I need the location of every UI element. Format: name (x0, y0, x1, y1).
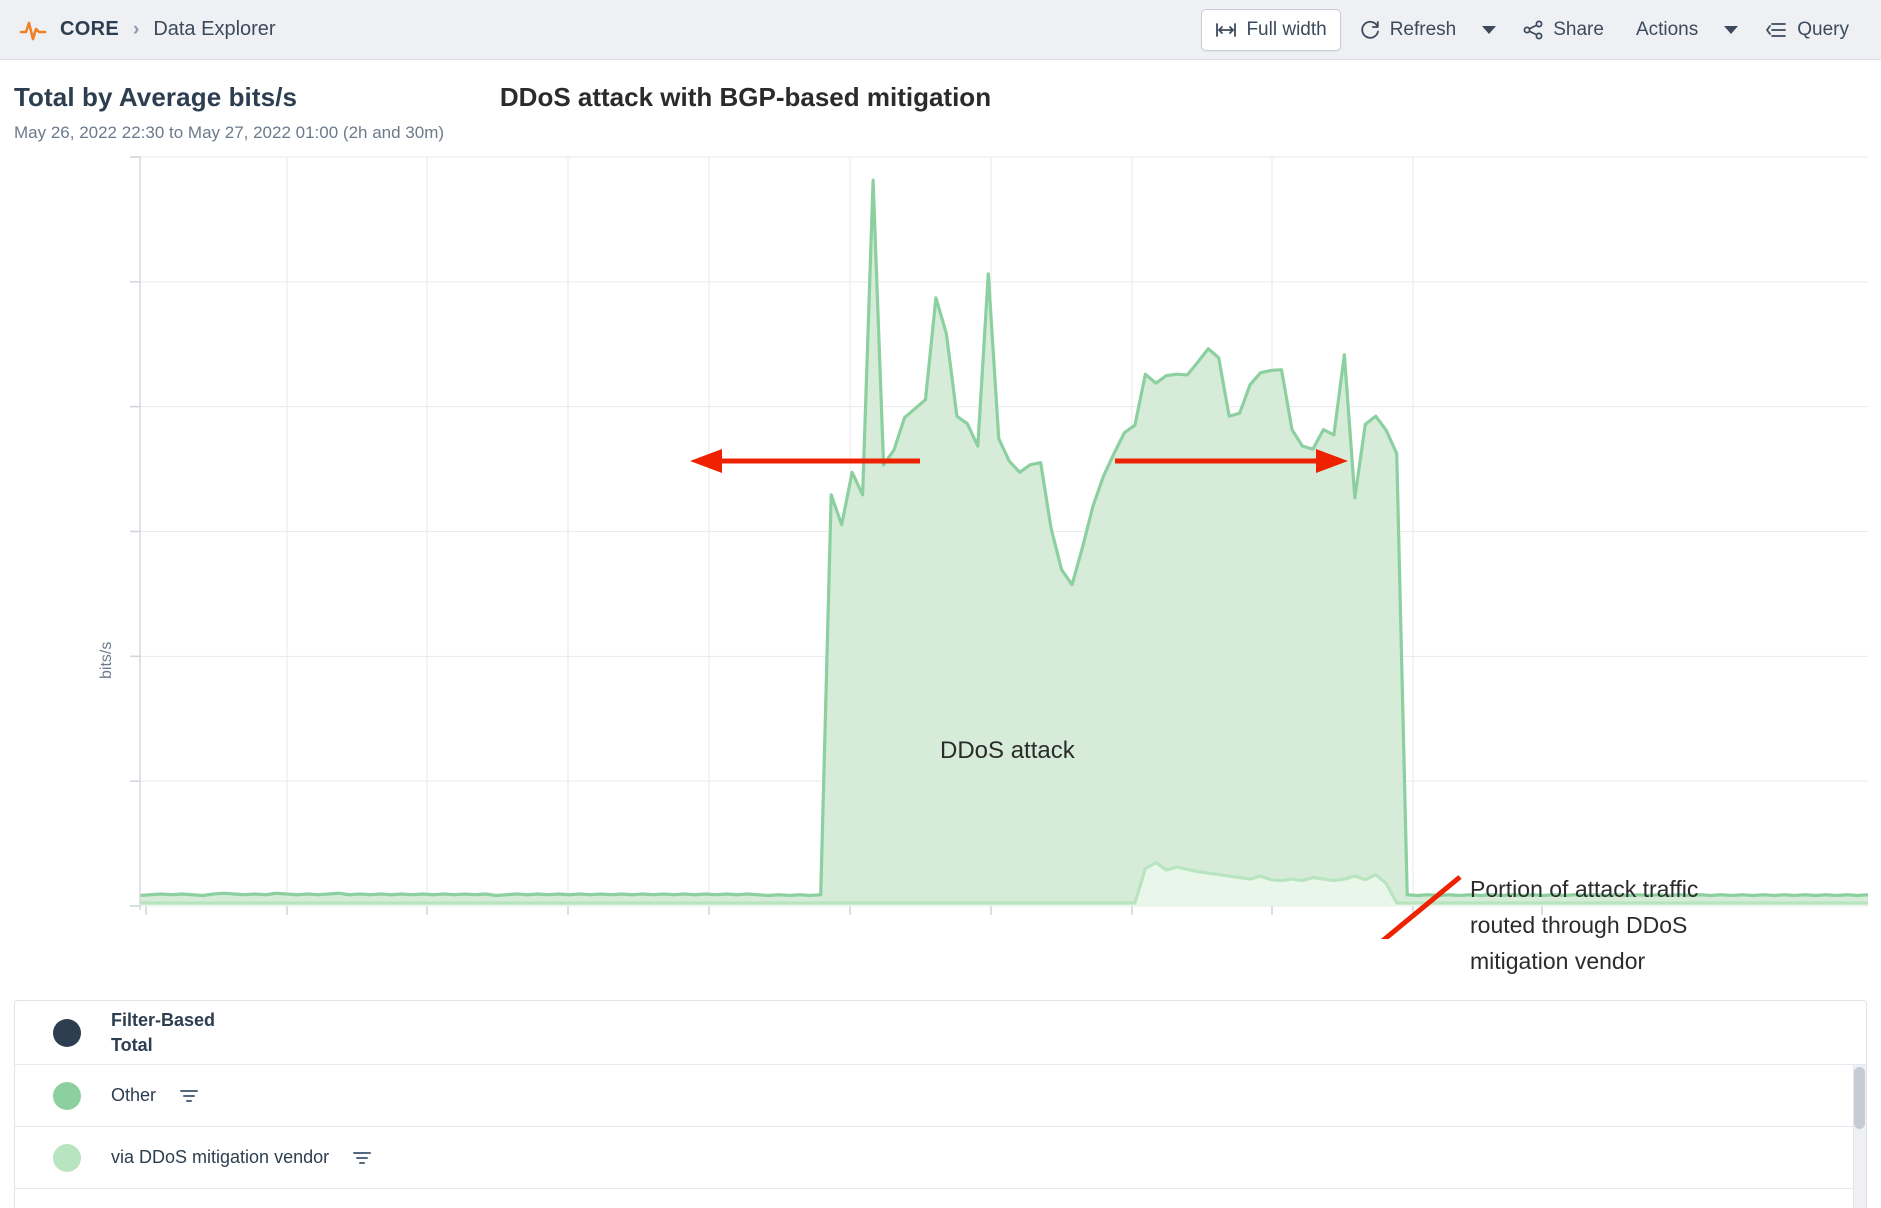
share-label: Share (1553, 18, 1604, 40)
share-icon (1522, 19, 1544, 41)
refresh-label: Refresh (1389, 18, 1457, 40)
legend-label-vendor: via DDoS mitigation vendor (111, 1147, 330, 1167)
vendor-callout-line-1: Portion of attack traffic (1470, 876, 1699, 902)
full-width-icon (1215, 21, 1237, 39)
vendor-callout-line-2: routed through DDoS (1470, 912, 1688, 938)
legend-panel: Filter-Based Total Other via DDoS mitiga… (14, 1000, 1867, 1208)
filter-icon[interactable] (178, 1087, 200, 1105)
legend-total-line-1: Filter-Based (111, 1009, 216, 1030)
actions-button[interactable]: Actions (1622, 9, 1712, 51)
time-range-label: May 26, 2022 22:30 to May 27, 2022 01:00… (14, 123, 445, 142)
filter-icon[interactable] (351, 1149, 373, 1167)
full-width-button[interactable]: Full width (1201, 8, 1341, 51)
chart-series (139, 178, 1869, 906)
chevron-down-icon (1724, 25, 1739, 34)
legend-swatch-vendor (53, 1143, 81, 1172)
area-chart[interactable] (0, 149, 1881, 939)
legend-scrollbar-thumb[interactable] (1854, 1067, 1865, 1129)
legend-label-other: Other (111, 1085, 157, 1105)
breadcrumb-separator-icon: › (132, 18, 140, 40)
legend-swatch-other (53, 1081, 81, 1110)
panel-header: Total by Average bits/s May 26, 2022 22:… (0, 60, 1881, 143)
legend-row-other[interactable]: Other (15, 1065, 1866, 1127)
legend-row-total[interactable]: Filter-Based Total (15, 1001, 1866, 1065)
full-width-label: Full width (1246, 18, 1327, 40)
pulse-icon[interactable] (18, 15, 48, 45)
refresh-icon (1359, 19, 1381, 41)
y-axis-label: bits/s (98, 641, 115, 679)
share-button[interactable]: Share (1508, 9, 1618, 51)
page-title: Total by Average bits/s (14, 82, 298, 112)
query-button[interactable]: Query (1750, 9, 1863, 51)
chevron-down-icon (1482, 25, 1497, 34)
ddos-attack-annotation-label: DDoS attack (940, 737, 1075, 764)
breadcrumb-data-explorer[interactable]: Data Explorer (153, 18, 275, 41)
query-icon (1764, 20, 1788, 40)
breadcrumb: CORE › Data Explorer (18, 15, 276, 45)
legend-swatch-total (53, 1018, 81, 1047)
query-label: Query (1797, 18, 1849, 40)
toolbar-actions: Full width Refresh Share Actions Query (1201, 8, 1863, 51)
refresh-dropdown-button[interactable] (1474, 13, 1504, 47)
top-toolbar: CORE › Data Explorer Full width Refresh (0, 0, 1881, 60)
legend-total-line-2: Total (111, 1034, 153, 1055)
refresh-button[interactable]: Refresh (1345, 9, 1471, 51)
vendor-callout-text: Portion of attack traffic routed through… (1470, 871, 1698, 979)
chart-area: bits/s DDoS attack Portion of attack tra… (0, 149, 1881, 1104)
brand-label[interactable]: CORE (60, 18, 119, 41)
vendor-callout-line-3: mitigation vendor (1470, 948, 1646, 974)
actions-label: Actions (1635, 18, 1699, 40)
legend-row-vendor[interactable]: via DDoS mitigation vendor (15, 1127, 1866, 1189)
legend-total-label: Filter-Based Total (111, 1008, 215, 1058)
actions-dropdown-button[interactable] (1716, 13, 1746, 47)
